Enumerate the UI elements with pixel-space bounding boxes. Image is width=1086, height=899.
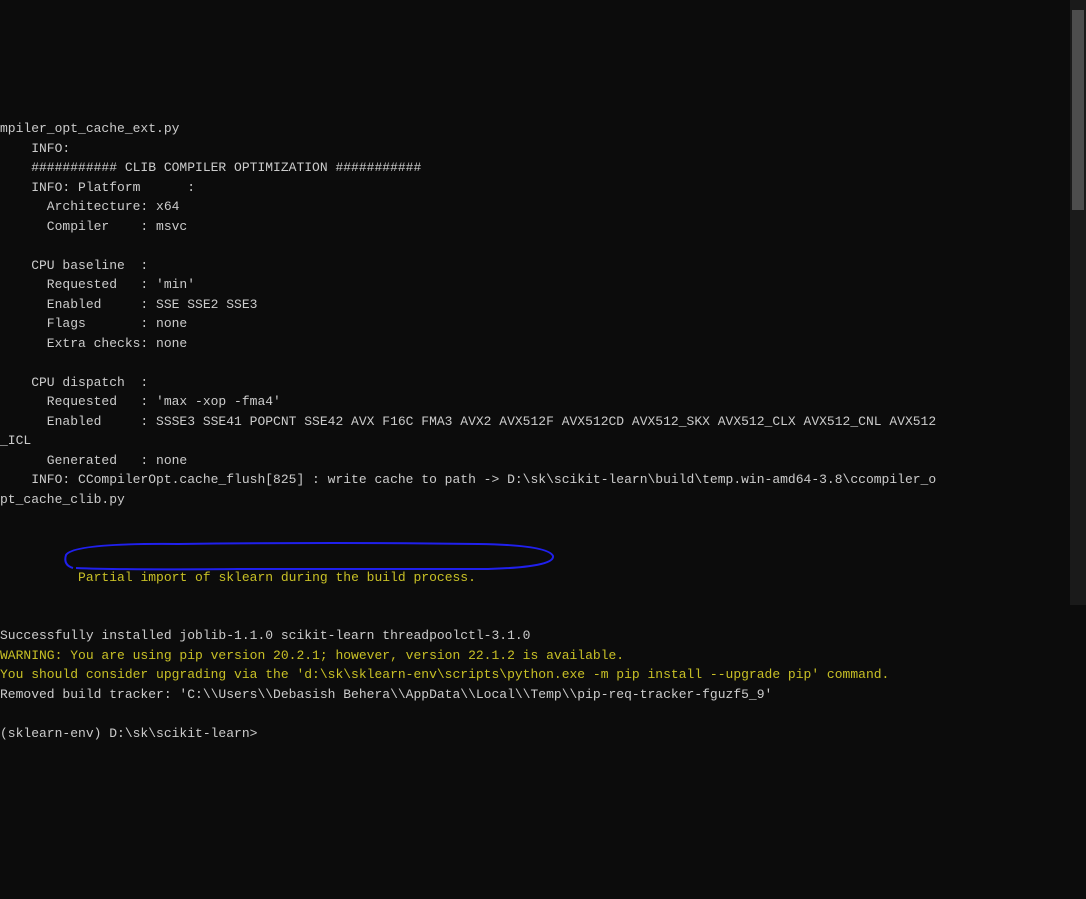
terminal-line [0,236,1086,256]
terminal-line: (sklearn-env) D:\sk\scikit-learn> [0,724,1086,744]
terminal-line: Architecture: x64 [0,197,1086,217]
terminal-line: INFO: CCompilerOpt.cache_flush[825] : wr… [0,470,1086,490]
terminal-line: Flags : none [0,314,1086,334]
terminal-line: INFO: Platform : [0,178,1086,198]
terminal-line: mpiler_opt_cache_ext.py [0,119,1086,139]
terminal-line: Generated : none [0,451,1086,471]
terminal-line: Enabled : SSE SSE2 SSE3 [0,295,1086,315]
output-lines-after: Successfully installed joblib-1.1.0 scik… [0,626,1086,743]
highlighted-line: Partial import of sklearn during the bui… [47,570,476,585]
terminal-line: Compiler : msvc [0,217,1086,237]
terminal-line [0,353,1086,373]
terminal-line: pt_cache_clib.py [0,490,1086,510]
terminal-line: INFO: [0,139,1086,159]
terminal-line: Requested : 'min' [0,275,1086,295]
terminal-line: ########### CLIB COMPILER OPTIMIZATION #… [0,158,1086,178]
terminal-line: CPU dispatch : [0,373,1086,393]
terminal-line: Requested : 'max -xop -fma4' [0,392,1086,412]
terminal-line [0,704,1086,724]
highlighted-line-container: Partial import of sklearn during the bui… [16,529,476,607]
scrollbar-vertical[interactable] [1070,0,1086,605]
terminal-line: You should consider upgrading via the 'd… [0,665,1086,685]
annotation-circle [12,522,512,554]
terminal-output[interactable]: mpiler_opt_cache_ext.py INFO: ##########… [0,78,1086,763]
terminal-line: CPU baseline : [0,256,1086,276]
scroll-thumb[interactable] [1072,10,1084,210]
terminal-line: Extra checks: none [0,334,1086,354]
terminal-line: Successfully installed joblib-1.1.0 scik… [0,626,1086,646]
terminal-line: _ICL [0,431,1086,451]
terminal-line: Removed build tracker: 'C:\\Users\\Debas… [0,685,1086,705]
terminal-line: WARNING: You are using pip version 20.2.… [0,646,1086,666]
output-lines-before: mpiler_opt_cache_ext.py INFO: ##########… [0,119,1086,509]
terminal-line: Enabled : SSSE3 SSE41 POPCNT SSE42 AVX F… [0,412,1086,432]
